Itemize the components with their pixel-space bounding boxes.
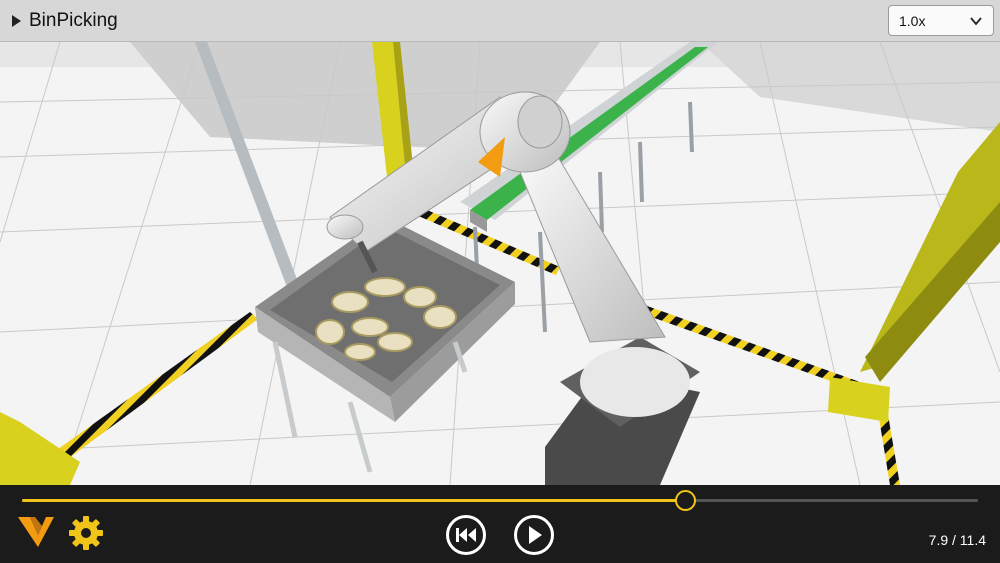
robot-cell-scene — [0, 42, 1000, 485]
chevron-down-icon — [970, 16, 982, 25]
scene-viewport[interactable] — [0, 42, 1000, 485]
timeline-slider[interactable] — [22, 490, 978, 511]
rewind-button[interactable] — [446, 515, 486, 555]
playback-speed-select[interactable]: 1.0x — [888, 5, 994, 36]
top-bar: BinPicking 1.0x — [0, 0, 1000, 42]
gear-icon[interactable] — [68, 515, 104, 551]
expand-triangle-icon[interactable] — [12, 14, 21, 27]
timeline-handle[interactable] — [674, 490, 696, 511]
robot-base — [545, 337, 700, 485]
timeline-progress — [22, 499, 685, 502]
rewind-to-start-icon — [456, 528, 476, 542]
playback-speed-value: 1.0x — [899, 12, 926, 29]
scene-title: BinPicking — [29, 9, 118, 31]
playback-control-bar: 7.9 / 11.4 — [0, 485, 1000, 563]
time-readout: 7.9 / 11.4 — [928, 532, 986, 548]
brand-v-logo — [18, 517, 54, 547]
play-button[interactable] — [514, 515, 554, 555]
play-icon — [529, 526, 542, 544]
